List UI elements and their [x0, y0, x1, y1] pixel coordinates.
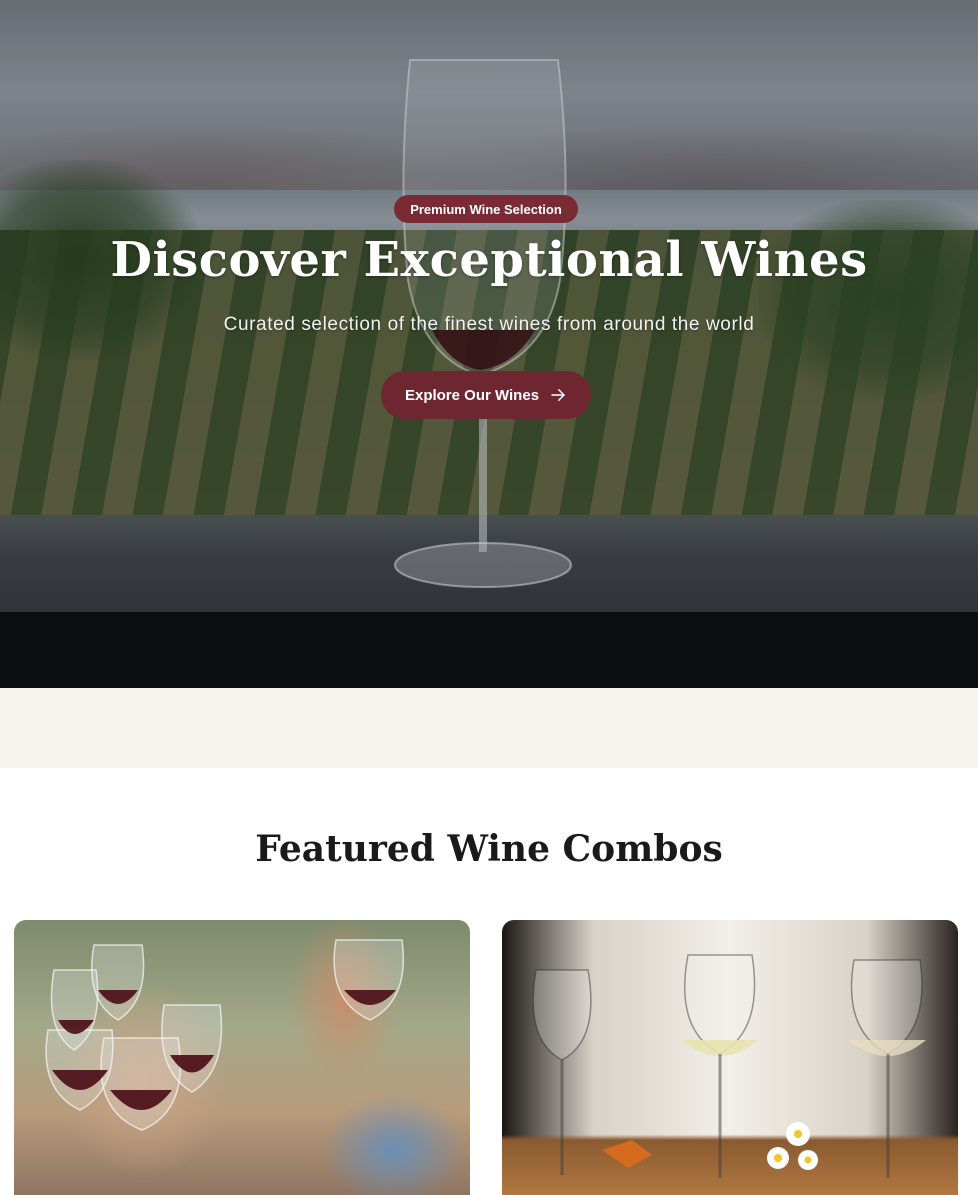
arrow-right-icon: [551, 389, 565, 401]
hero-content: Premium Wine Selection Discover Exceptio…: [0, 0, 978, 688]
hero-subtitle: Curated selection of the finest wines fr…: [223, 314, 755, 335]
wine-glasses-tasting-image: [532, 954, 926, 1178]
divider-band: [0, 688, 978, 768]
combo-card-cheers[interactable]: [14, 920, 470, 1195]
hero-title: Discover Exceptional Wines: [110, 232, 868, 288]
wine-glasses-cheers-image: [45, 939, 405, 1131]
explore-wines-button[interactable]: Explore Our Wines: [381, 371, 591, 419]
hero-section: Premium Wine Selection Discover Exceptio…: [0, 0, 978, 688]
featured-section-title: Featured Wine Combos: [255, 828, 723, 870]
premium-badge: Premium Wine Selection: [394, 195, 578, 223]
explore-wines-label: Explore Our Wines: [404, 386, 540, 404]
combo-card-tasting[interactable]: [502, 920, 958, 1195]
